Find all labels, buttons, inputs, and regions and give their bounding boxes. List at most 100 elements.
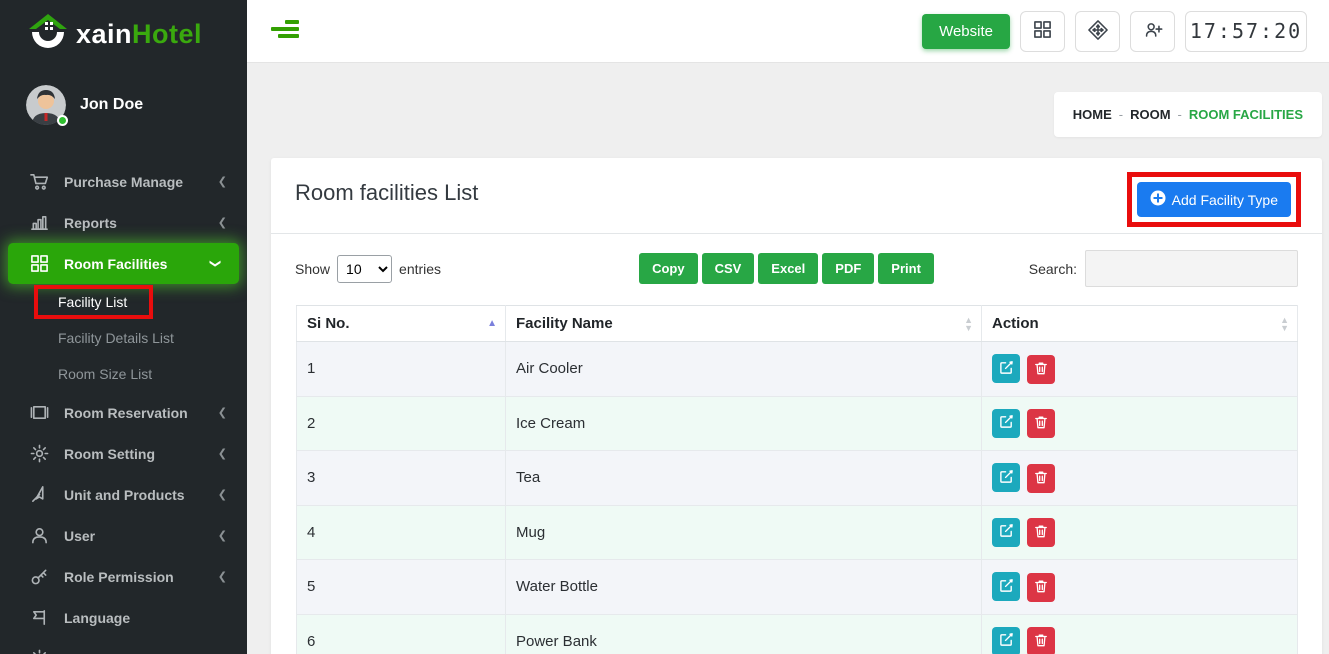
brand-name: xainHotel [76,19,202,50]
breadcrumb-row: HOME-ROOM-ROOM FACILITIES [271,92,1322,137]
cell-facility-name: Mug [506,505,982,560]
table-row: 1Air Cooler [297,342,1298,397]
sidebar-item-language[interactable]: Language [0,597,247,638]
user-profile[interactable]: Jon Doe [0,67,247,139]
edit-icon [999,578,1014,596]
chevron-left-icon: ❮ [218,529,227,542]
grid-icon-button[interactable] [1020,11,1065,52]
breadcrumb-item-home[interactable]: HOME [1073,107,1112,122]
cell-si-no: 6 [297,614,506,654]
gear-icon [28,649,50,654]
show-label: Show [295,261,330,277]
trash-icon [1034,524,1048,541]
sidebar-subitem-facility-details-list[interactable]: Facility Details List [0,320,247,356]
edit-button[interactable] [992,627,1020,654]
sidebar-item-purchase-manage[interactable]: Purchase Manage❮ [0,161,247,202]
cell-si-no: 1 [297,342,506,397]
sidebar-item-user[interactable]: User❮ [0,515,247,556]
trash-icon [1034,579,1048,596]
pdf-export-button[interactable]: PDF [822,253,874,284]
delete-button[interactable] [1027,464,1055,493]
sidebar-item-unit-and-products[interactable]: Unit and Products❮ [0,474,247,515]
csv-export-button[interactable]: CSV [702,253,755,284]
annotation-box-add-button: Add Facility Type [1127,172,1301,227]
add-facility-type-button[interactable]: Add Facility Type [1137,182,1291,217]
table-row: 2Ice Cream [297,396,1298,451]
edit-icon [999,414,1014,432]
delete-button[interactable] [1027,627,1055,654]
sidebar-item-room-facilities[interactable]: Room Facilities ❮ [8,243,239,284]
app-root: xainHotel Jon Doe Purchase Manage❮ [0,0,1329,654]
edit-button[interactable] [992,354,1020,383]
edit-button[interactable] [992,409,1020,438]
key-icon [28,567,50,586]
cell-action [982,451,1298,506]
breadcrumb-item-room[interactable]: ROOM [1130,107,1170,122]
column-header-label: Si No. [307,315,350,332]
delete-button[interactable] [1027,409,1055,438]
cell-action [982,505,1298,560]
table-row: 6Power Bank [297,614,1298,654]
grid-icon [1033,20,1052,42]
sidebar-subitem-label: Facility Details List [58,330,174,346]
column-header-action[interactable]: Action▲▼ [982,306,1298,342]
website-button[interactable]: Website [922,14,1010,49]
user-name: Jon Doe [80,96,143,114]
digital-clock: 17:57:20 [1185,11,1307,52]
delete-button[interactable] [1027,355,1055,384]
entries-label: entries [399,261,441,277]
pin-icon [28,485,50,504]
avatar [26,85,66,125]
edit-button[interactable] [992,463,1020,492]
move-diamond-icon-button[interactable] [1075,11,1120,52]
sidebar-item-room-reservation[interactable]: Room Reservation❮ [0,392,247,433]
sidebar-item-label: Room Facilities [64,256,167,272]
sidebar-item-reports[interactable]: Reports❮ [0,202,247,243]
cell-action [982,342,1298,397]
sidebar-subitem-room-size-list[interactable]: Room Size List [0,356,247,392]
sidebar-item-room-setting[interactable]: Room Setting❮ [0,433,247,474]
table-row: 4Mug [297,505,1298,560]
sidebar-item-label: Language [64,610,130,626]
logo[interactable]: xainHotel [0,0,247,67]
flag-icon [28,608,50,627]
add-button-label: Add Facility Type [1172,192,1278,208]
edit-icon [999,469,1014,487]
sidebar-item-application-setting[interactable]: Application Setting [0,638,247,654]
excel-export-button[interactable]: Excel [758,253,818,284]
export-button-group: CopyCSVExcelPDFPrint [639,253,934,284]
edit-button[interactable] [992,518,1020,547]
facilities-table: Si No. ▲ Facility Name▲▼Action▲▼ 1Air Cool… [296,305,1298,654]
cell-si-no: 3 [297,451,506,506]
cell-action [982,396,1298,451]
edit-button[interactable] [992,572,1020,601]
cell-facility-name: Air Cooler [506,342,982,397]
chevron-down-icon: ❮ [208,259,221,268]
copy-export-button[interactable]: Copy [639,253,698,284]
table-controls: Show 10 entries CopyCSVExcelPDFPrint Sea… [271,234,1322,297]
cell-facility-name: Ice Cream [506,396,982,451]
column-header-sino[interactable]: Si No. ▲ [297,306,506,342]
breadcrumb-item-room-facilities[interactable]: ROOM FACILITIES [1189,107,1303,122]
sort-asc-icon: ▲ [487,320,497,328]
cell-facility-name: Tea [506,451,982,506]
gear-icon [28,444,50,463]
delete-button[interactable] [1027,573,1055,602]
edit-icon [999,523,1014,541]
print-export-button[interactable]: Print [878,253,934,284]
column-header-facilityname[interactable]: Facility Name▲▼ [506,306,982,342]
hamburger-menu-icon[interactable] [271,20,301,42]
search-input[interactable] [1085,250,1298,287]
plus-circle-icon [1150,190,1166,209]
edit-icon [999,360,1014,378]
topbar-icon-group [1020,11,1175,52]
person-plus-icon-button[interactable] [1130,11,1175,52]
cell-action [982,560,1298,615]
sidebar-item-label: Room Setting [64,446,155,462]
page-size-select[interactable]: 10 [337,255,392,283]
sidebar-subitem-facility-list[interactable]: Facility List [0,284,247,320]
delete-button[interactable] [1027,518,1055,547]
sidebar-subitem-label: Room Size List [58,366,152,382]
sidebar-item-role-permission[interactable]: Role Permission❮ [0,556,247,597]
sidebar-item-label: Reports [64,215,117,231]
